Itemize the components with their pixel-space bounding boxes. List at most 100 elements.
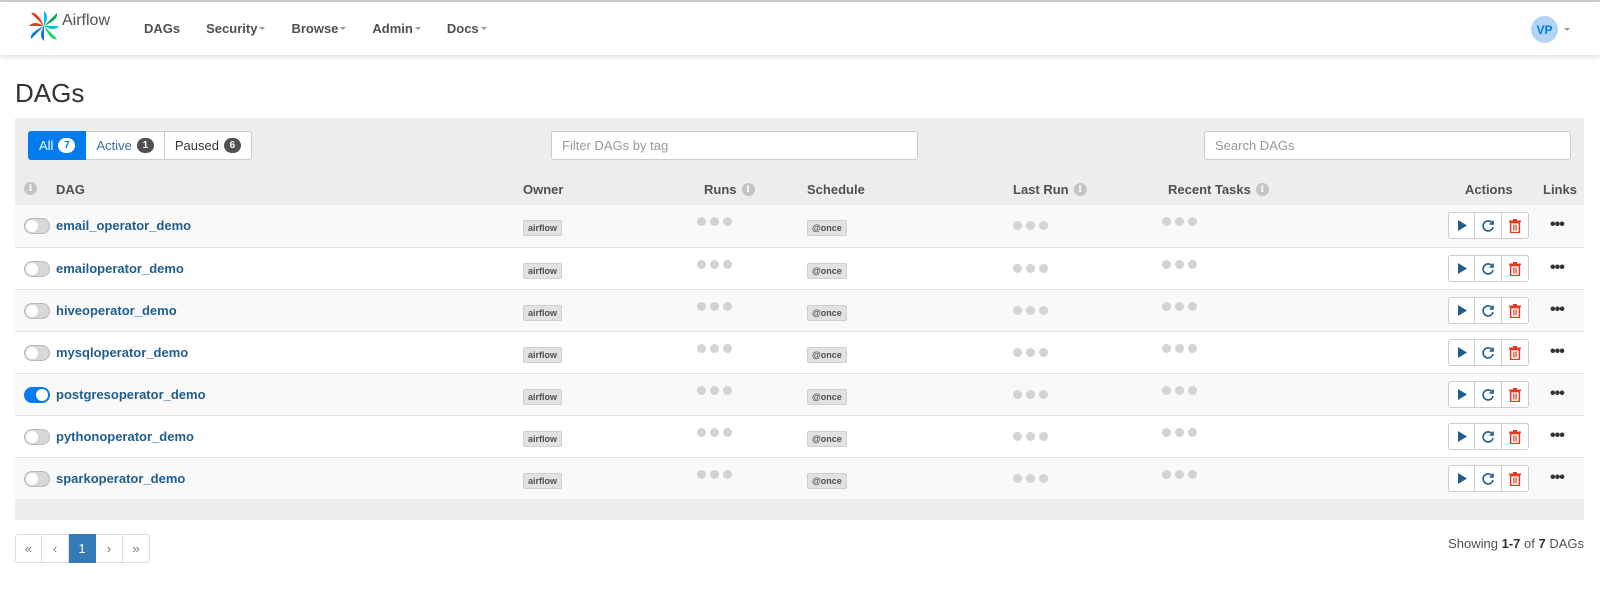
- status-dot[interactable]: [697, 386, 706, 395]
- pause-toggle[interactable]: [24, 303, 50, 319]
- status-dot[interactable]: [697, 428, 706, 437]
- trigger-dag-button[interactable]: [1448, 255, 1475, 282]
- status-dot[interactable]: [1162, 428, 1171, 437]
- more-icon[interactable]: •••: [1550, 385, 1565, 403]
- trigger-dag-button[interactable]: [1448, 297, 1475, 324]
- status-dot[interactable]: [697, 344, 706, 353]
- dag-id-link[interactable]: pythonoperator_demo: [56, 429, 194, 444]
- status-dot[interactable]: [1162, 302, 1171, 311]
- brand[interactable]: Airflow: [28, 10, 110, 42]
- status-dot[interactable]: [723, 470, 732, 479]
- page-next-button[interactable]: ›: [96, 534, 123, 563]
- search-input[interactable]: [1204, 131, 1571, 160]
- status-dot[interactable]: [1026, 306, 1035, 315]
- schedule-tag[interactable]: @once: [807, 220, 847, 236]
- status-dot[interactable]: [1039, 264, 1048, 273]
- status-dot[interactable]: [1162, 344, 1171, 353]
- status-dot[interactable]: [1013, 306, 1022, 315]
- info-icon[interactable]: i: [741, 183, 755, 196]
- trigger-dag-button[interactable]: [1448, 465, 1475, 492]
- pause-toggle[interactable]: [24, 261, 50, 277]
- status-dot[interactable]: [1175, 428, 1184, 437]
- pause-toggle[interactable]: [24, 429, 50, 445]
- pause-toggle[interactable]: [24, 218, 50, 234]
- pause-toggle[interactable]: [24, 345, 50, 361]
- status-dot[interactable]: [1026, 221, 1035, 230]
- delete-dag-button[interactable]: [1502, 212, 1529, 239]
- status-dot[interactable]: [1026, 390, 1035, 399]
- refresh-dag-button[interactable]: [1475, 212, 1502, 239]
- status-dot[interactable]: [1039, 348, 1048, 357]
- schedule-tag[interactable]: @once: [807, 347, 847, 363]
- more-icon[interactable]: •••: [1550, 469, 1565, 487]
- status-dot[interactable]: [697, 470, 706, 479]
- status-dot[interactable]: [1162, 260, 1171, 269]
- info-icon[interactable]: i: [1073, 183, 1087, 196]
- info-icon[interactable]: i: [24, 182, 37, 195]
- status-dot[interactable]: [697, 260, 706, 269]
- status-dot[interactable]: [1175, 302, 1184, 311]
- nav-dags[interactable]: DAGs: [144, 21, 180, 36]
- schedule-tag[interactable]: @once: [807, 431, 847, 447]
- pause-toggle[interactable]: [24, 471, 50, 487]
- more-icon[interactable]: •••: [1550, 427, 1565, 445]
- page-last-button[interactable]: »: [123, 534, 150, 563]
- status-dot[interactable]: [1188, 386, 1197, 395]
- status-dot[interactable]: [1026, 264, 1035, 273]
- status-dot[interactable]: [1175, 386, 1184, 395]
- status-dot[interactable]: [1013, 432, 1022, 441]
- status-dot[interactable]: [1162, 217, 1171, 226]
- refresh-dag-button[interactable]: [1475, 339, 1502, 366]
- user-menu[interactable]: VP: [1531, 16, 1570, 43]
- dag-id-link[interactable]: postgresoperator_demo: [56, 387, 206, 402]
- filter-paused-button[interactable]: Paused 6: [164, 131, 252, 160]
- status-dot[interactable]: [1039, 221, 1048, 230]
- status-dot[interactable]: [697, 302, 706, 311]
- schedule-tag[interactable]: @once: [807, 305, 847, 321]
- status-dot[interactable]: [1013, 221, 1022, 230]
- refresh-dag-button[interactable]: [1475, 381, 1502, 408]
- delete-dag-button[interactable]: [1502, 297, 1529, 324]
- dag-id-link[interactable]: mysqloperator_demo: [56, 345, 188, 360]
- nav-docs[interactable]: Docs: [447, 21, 487, 36]
- status-dot[interactable]: [1013, 348, 1022, 357]
- status-dot[interactable]: [723, 344, 732, 353]
- status-dot[interactable]: [710, 344, 719, 353]
- status-dot[interactable]: [1162, 470, 1171, 479]
- status-dot[interactable]: [1175, 260, 1184, 269]
- nav-security[interactable]: Security: [206, 21, 266, 36]
- col-owner[interactable]: Owner: [523, 182, 563, 197]
- status-dot[interactable]: [1026, 348, 1035, 357]
- status-dot[interactable]: [1162, 386, 1171, 395]
- status-dot[interactable]: [1039, 306, 1048, 315]
- dag-id-link[interactable]: email_operator_demo: [56, 218, 191, 233]
- refresh-dag-button[interactable]: [1475, 297, 1502, 324]
- status-dot[interactable]: [723, 260, 732, 269]
- nav-browse[interactable]: Browse: [291, 21, 347, 36]
- status-dot[interactable]: [1188, 428, 1197, 437]
- status-dot[interactable]: [1175, 470, 1184, 479]
- schedule-tag[interactable]: @once: [807, 263, 847, 279]
- status-dot[interactable]: [710, 386, 719, 395]
- dag-id-link[interactable]: hiveoperator_demo: [56, 303, 177, 318]
- status-dot[interactable]: [1013, 390, 1022, 399]
- status-dot[interactable]: [1039, 390, 1048, 399]
- status-dot[interactable]: [710, 470, 719, 479]
- more-icon[interactable]: •••: [1550, 259, 1565, 277]
- status-dot[interactable]: [1013, 474, 1022, 483]
- delete-dag-button[interactable]: [1502, 423, 1529, 450]
- col-dag[interactable]: DAG: [56, 182, 85, 197]
- page-prev-button[interactable]: ‹: [42, 534, 69, 563]
- trigger-dag-button[interactable]: [1448, 423, 1475, 450]
- status-dot[interactable]: [697, 217, 706, 226]
- page-current-button[interactable]: 1: [69, 534, 96, 563]
- status-dot[interactable]: [1026, 474, 1035, 483]
- delete-dag-button[interactable]: [1502, 339, 1529, 366]
- delete-dag-button[interactable]: [1502, 465, 1529, 492]
- status-dot[interactable]: [723, 386, 732, 395]
- refresh-dag-button[interactable]: [1475, 465, 1502, 492]
- dag-id-link[interactable]: sparkoperator_demo: [56, 471, 185, 486]
- status-dot[interactable]: [723, 302, 732, 311]
- trigger-dag-button[interactable]: [1448, 381, 1475, 408]
- schedule-tag[interactable]: @once: [807, 473, 847, 489]
